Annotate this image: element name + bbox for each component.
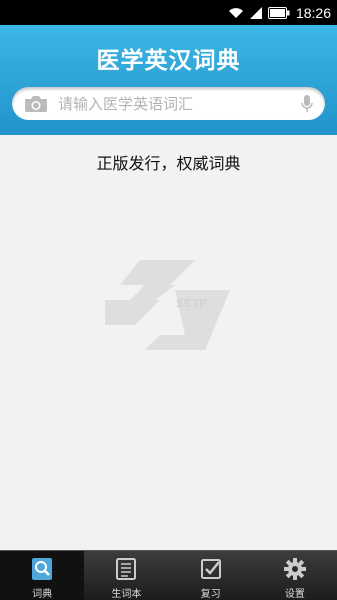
tab-label: 复习 — [200, 589, 221, 600]
microphone-icon[interactable] — [299, 93, 315, 115]
gear-icon — [282, 556, 308, 582]
search-input[interactable] — [58, 94, 299, 113]
svg-text:SSTP: SSTP — [176, 297, 207, 310]
status-time: 18:26 — [295, 4, 331, 21]
bottom-tab-bar: 词典 生词本 复习 设置 — [0, 550, 337, 600]
notebook-icon — [113, 556, 139, 582]
slogan-text: 正版发行，权威词典 — [96, 154, 241, 173]
tab-vocabulary-book[interactable]: 生词本 — [84, 551, 168, 600]
review-check-icon — [198, 556, 224, 582]
search-box[interactable] — [12, 87, 325, 120]
tab-label: 词典 — [32, 589, 53, 600]
battery-icon — [267, 6, 290, 19]
signal-icon — [249, 6, 262, 19]
tab-label: 设置 — [284, 589, 305, 600]
camera-icon[interactable] — [24, 94, 50, 114]
app-header: 医学英汉词典 — [0, 25, 337, 135]
tab-review[interactable]: 复习 — [169, 551, 253, 600]
tab-settings[interactable]: 设置 — [253, 551, 337, 600]
dictionary-search-icon — [29, 556, 55, 582]
tab-label: 生词本 — [111, 589, 142, 600]
tab-dictionary[interactable]: 词典 — [0, 551, 85, 600]
wifi-icon — [228, 7, 244, 19]
app-title: 医学英汉词典 — [96, 48, 241, 74]
status-bar: 18:26 — [0, 0, 337, 25]
publisher-logo-watermark: SSTP — [100, 255, 240, 355]
